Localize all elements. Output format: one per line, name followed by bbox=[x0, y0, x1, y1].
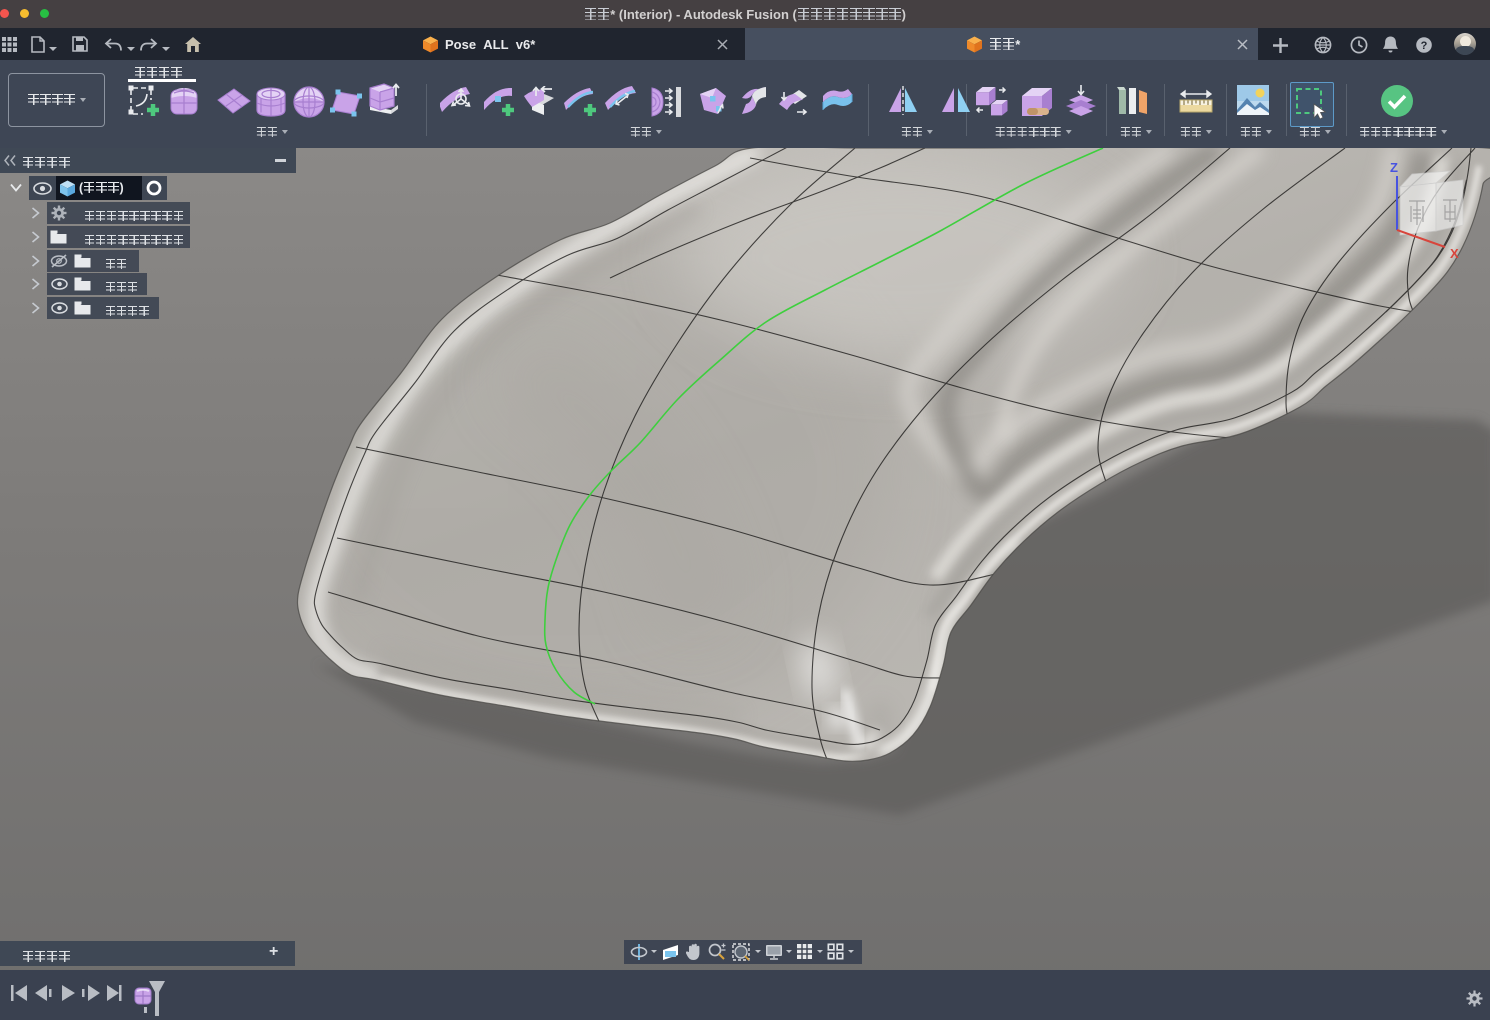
svg-text:?: ? bbox=[1421, 40, 1428, 52]
svg-text:X: X bbox=[1450, 246, 1459, 261]
svg-text:Z: Z bbox=[1390, 160, 1398, 175]
